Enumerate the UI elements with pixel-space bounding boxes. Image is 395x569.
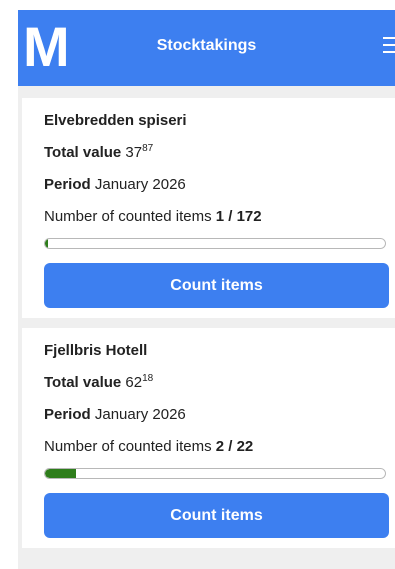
count-items-button[interactable]: Count items: [44, 263, 389, 308]
page-title: Stocktakings: [156, 37, 257, 54]
count-progress-bar: [44, 468, 386, 479]
total-value: 6218: [125, 373, 154, 392]
period-label: Period: [44, 406, 91, 423]
period-value: January 2026: [94, 176, 186, 193]
page: M Stocktakings Elvebredden spiseri Total…: [18, 10, 395, 569]
count-items-button[interactable]: Count items: [44, 493, 389, 538]
period-value: January 2026: [94, 406, 186, 423]
stocktaking-list: Elvebredden spiseri Total value 3787 Per…: [18, 86, 395, 548]
period-row: Period January 2026: [44, 176, 387, 194]
stocktaking-name: Elvebredden spiseri: [44, 112, 187, 129]
total-value: 3787: [125, 143, 154, 162]
app-frame: M Stocktakings Elvebredden spiseri Total…: [0, 0, 395, 569]
total-value-label: Total value: [44, 144, 122, 161]
period-label: Period: [44, 176, 91, 193]
count-progress-bar: [44, 238, 386, 249]
total-value-row: Total value 3787: [44, 144, 387, 162]
total-value-label: Total value: [44, 374, 122, 391]
counted-items-label: Number of counted items: [44, 438, 212, 455]
stocktaking-name: Fjellbris Hotell: [44, 342, 148, 359]
stocktaking-card: Elvebredden spiseri Total value 3787 Per…: [22, 98, 395, 318]
stocktaking-card: Fjellbris Hotell Total value 6218 Period…: [22, 328, 395, 548]
counted-items-value: 1 / 172: [215, 208, 262, 225]
counted-items-label: Number of counted items: [44, 208, 212, 225]
total-value-row: Total value 6218: [44, 374, 387, 392]
counted-items-value: 2 / 22: [215, 438, 254, 455]
period-row: Period January 2026: [44, 406, 387, 424]
counted-items-row: Number of counted items 2 / 22: [44, 438, 387, 456]
app-header: M Stocktakings: [18, 10, 395, 86]
counted-items-row: Number of counted items 1 / 172: [44, 208, 387, 226]
count-progress-fill: [45, 469, 76, 478]
count-progress-fill: [45, 239, 49, 248]
hamburger-menu-icon[interactable]: [383, 37, 395, 54]
